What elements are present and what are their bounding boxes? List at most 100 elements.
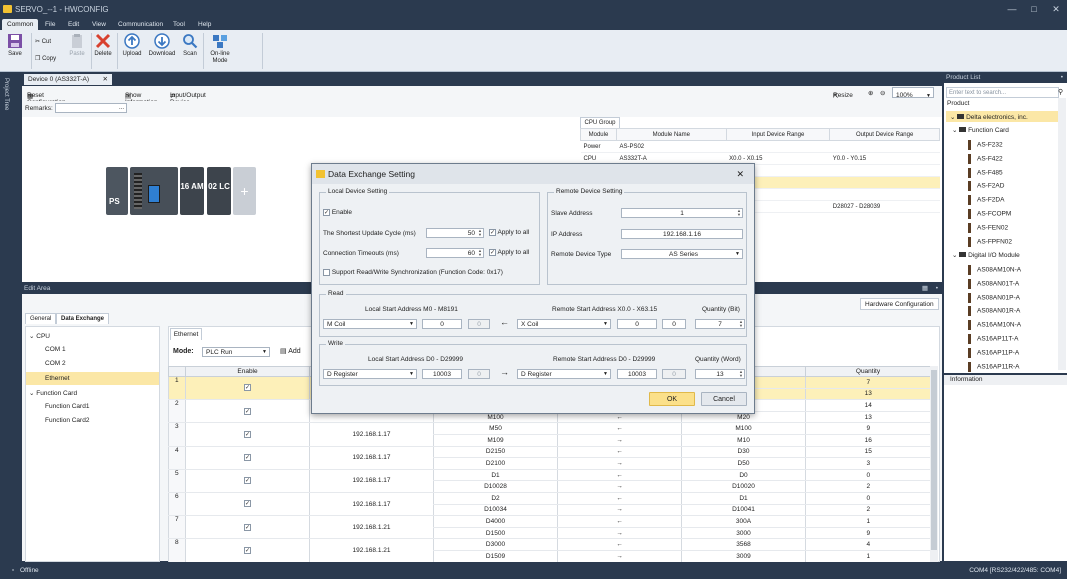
spinner-icon[interactable]: ▲ ▼ (478, 229, 482, 237)
zoom-in-icon[interactable]: ⊕ (868, 89, 873, 97)
remote-address-cell[interactable]: 300A (681, 515, 806, 528)
quantity-cell[interactable]: 2 (805, 504, 930, 517)
tab-data-exchange[interactable]: Data Exchange (56, 313, 110, 324)
quantity-cell[interactable]: 9 (805, 422, 930, 435)
apply-all-update-checkbox[interactable]: ✓ Apply to all (489, 229, 529, 236)
local-address-cell[interactable]: D2150 (433, 446, 558, 459)
quantity-cell[interactable]: 4 (805, 538, 930, 551)
product-item[interactable]: AS16AM10N-A (968, 320, 1021, 331)
tree-item-com2[interactable]: COM 2 (45, 360, 66, 367)
add-button[interactable]: ▤ Add (280, 347, 301, 355)
local-address-cell[interactable]: M109 (433, 434, 558, 447)
remote-address-cell[interactable]: D1 (681, 492, 806, 505)
local-address-cell[interactable]: D2100 (433, 457, 558, 470)
read-remote-bit-input[interactable]: 0 (662, 319, 686, 329)
spinner-icon[interactable]: ▲ ▼ (739, 370, 743, 378)
quantity-cell[interactable]: 2 (805, 480, 930, 493)
product-search-input[interactable]: Enter text to search... (946, 87, 1059, 98)
remote-address-cell[interactable]: 3568 (681, 538, 806, 551)
enable-cell[interactable]: ✓ (185, 492, 310, 517)
remote-address-cell[interactable]: D10041 (681, 504, 806, 517)
product-item[interactable]: AS-FPFN02 (968, 236, 1012, 247)
minimize-icon[interactable]: — (1001, 0, 1023, 19)
enable-cell[interactable]: ✓ (185, 446, 310, 470)
zoom-select[interactable]: 100% ▼ (892, 87, 934, 99)
copy-button[interactable]: ❐ Copy (35, 55, 56, 62)
tree-item-cpu[interactable]: ⌄ CPU (29, 332, 50, 340)
ip-cell[interactable]: 192.168.1.17 (309, 492, 434, 517)
quantity-cell[interactable]: 9 (805, 527, 930, 540)
table-row[interactable]: 3 ✓ 192.168.1.17 M50 ← M100 9 (168, 422, 930, 447)
grid-scrollbar[interactable] (930, 366, 938, 562)
product-item[interactable]: AS08AN01T-A (968, 278, 1019, 289)
tree-item-function-card1[interactable]: Function Card1 (45, 403, 89, 410)
menu-tool[interactable]: Tool (168, 19, 190, 30)
product-scrollbar[interactable] (1058, 98, 1066, 370)
remote-address-cell[interactable]: D30 (681, 446, 806, 459)
digital-io-group[interactable]: ⌄ Digital I/O Module (952, 251, 1020, 259)
ip-cell[interactable]: 192.168.1.21 (309, 515, 434, 540)
quantity-cell[interactable]: 14 (805, 399, 930, 412)
remote-type-select[interactable]: AS Series ▼ (621, 249, 743, 259)
read-remote-address-input[interactable]: 0 (617, 319, 657, 329)
write-local-type-select[interactable]: D Register ▼ (323, 369, 417, 379)
product-item[interactable]: AS16AP11P-A (968, 347, 1019, 358)
sync-checkbox[interactable]: Support Read/Write Synchronization (Func… (323, 269, 503, 276)
pin-icon[interactable]: • (1061, 72, 1063, 83)
remote-address-cell[interactable]: D50 (681, 457, 806, 470)
product-item[interactable]: AS-FEN02 (968, 222, 1008, 233)
enable-checkbox[interactable]: ✓ Enable (323, 209, 352, 216)
remote-address-cell[interactable]: 3000 (681, 527, 806, 540)
local-address-cell[interactable]: M50 (433, 422, 558, 435)
enable-cell[interactable]: ✓ (185, 376, 310, 401)
quantity-cell[interactable]: 3 (805, 457, 930, 470)
quantity-cell[interactable]: 15 (805, 446, 930, 459)
power-module[interactable]: PS (106, 167, 128, 215)
enable-cell[interactable]: ✓ (185, 538, 310, 562)
ok-button[interactable]: OK (649, 392, 695, 406)
close-tab-icon[interactable]: ✕ (103, 74, 108, 85)
pin-icon[interactable]: • (936, 283, 938, 294)
checkbox-checked-icon[interactable]: ✓ (244, 546, 251, 554)
cpu-module[interactable] (130, 167, 178, 215)
product-item[interactable]: AS08AM10N-A (968, 265, 1021, 275)
close-icon[interactable]: ✕ (736, 164, 744, 184)
remote-address-cell[interactable]: D10020 (681, 480, 806, 493)
table-row[interactable]: 5 ✓ 192.168.1.17 D1 ← D0 0 (168, 469, 930, 493)
local-address-cell[interactable]: D10034 (433, 504, 558, 517)
read-quantity-input[interactable]: 7 ▲ ▼ (695, 319, 745, 329)
enable-cell[interactable]: ✓ (185, 515, 310, 540)
table-row[interactable]: 7 ✓ 192.168.1.21 D4000 ← 300A 1 (168, 515, 930, 540)
menu-communication[interactable]: Communication (113, 19, 168, 30)
remarks-input[interactable]: ... (55, 103, 127, 113)
restore-icon[interactable]: ▦ (922, 283, 928, 294)
checkbox-checked-icon[interactable]: ✓ (244, 384, 251, 392)
scrollbar-thumb[interactable] (931, 370, 937, 550)
enable-cell[interactable]: ✓ (185, 469, 310, 493)
project-tree-strip[interactable]: Project Tree (0, 72, 18, 562)
product-item[interactable]: AS-F485 (968, 167, 1003, 178)
quantity-cell[interactable]: 0 (805, 469, 930, 482)
module-02lc[interactable]: 02 LC (207, 167, 231, 215)
write-remote-address-input[interactable]: 10003 (617, 369, 657, 379)
cpu-group-row[interactable]: Power AS-PS02 (580, 140, 940, 153)
ip-cell[interactable]: 192.168.1.17 (309, 422, 434, 447)
close-icon[interactable]: ✕ (1045, 0, 1067, 19)
upload-button[interactable]: Upload (118, 32, 146, 70)
remote-address-cell[interactable]: M100 (681, 422, 806, 435)
local-address-cell[interactable]: D2 (433, 492, 558, 505)
vendor-node[interactable]: ⌄ Delta electronics, inc. (946, 111, 1058, 122)
product-item[interactable]: AS-FCOPM (968, 209, 1011, 219)
tab-cpu-group[interactable]: CPU Group (580, 117, 620, 128)
add-module-slot[interactable]: + (233, 167, 256, 215)
conn-timeout-input[interactable]: 60 ▲ ▼ (426, 248, 484, 258)
ip-cell[interactable]: 192.168.1.17 (309, 446, 434, 470)
shortest-update-input[interactable]: 50 ▲ ▼ (426, 228, 484, 238)
write-remote-type-select[interactable]: D Register ▼ (517, 369, 611, 379)
table-row[interactable]: 4 ✓ 192.168.1.17 D2150 ← D30 15 (168, 446, 930, 470)
product-item[interactable]: AS-F2DA (968, 195, 1004, 206)
read-remote-type-select[interactable]: X Coil ▼ (517, 319, 611, 329)
product-item[interactable]: AS08AN01P-A (968, 292, 1020, 303)
local-address-cell[interactable]: D4000 (433, 515, 558, 528)
read-local-address-input[interactable]: 0 (422, 319, 462, 329)
